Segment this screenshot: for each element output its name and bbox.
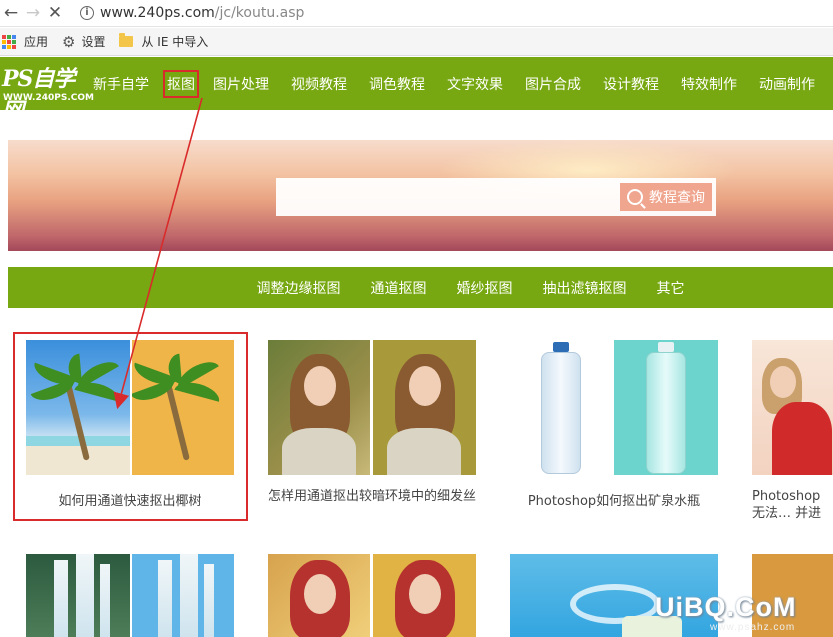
search-icon (627, 189, 643, 205)
thumbnail-hair-cutout[interactable] (373, 340, 476, 475)
watermark-url: www.psahz.com (710, 622, 796, 633)
search-button-label: 教程查询 (649, 190, 705, 206)
thumbnail-waterfall-original[interactable] (26, 554, 130, 637)
nav-item-image-processing[interactable]: 图片处理 (209, 70, 273, 98)
logo-url: WWW.240PS.COM (3, 93, 94, 103)
subnav-item-other[interactable]: 其它 (657, 278, 685, 298)
back-icon[interactable]: ← (0, 2, 22, 24)
folder-icon (119, 33, 134, 47)
url-text[interactable]: www.240ps.com/jc/koutu.asp (100, 5, 304, 21)
subnav-item-extract[interactable]: 抽出滤镜抠图 (543, 278, 627, 298)
hero-banner: 教程查询 (8, 140, 833, 251)
search-button[interactable]: 教程查询 (620, 183, 712, 211)
thumbnail-redhair-original[interactable] (268, 554, 370, 637)
nav-item-design[interactable]: 设计教程 (599, 70, 663, 98)
subnav-item-edge[interactable]: 调整边缘抠图 (257, 278, 341, 298)
nav-item-color[interactable]: 调色教程 (365, 70, 429, 98)
thumbnail-red-dress[interactable] (752, 340, 833, 475)
nav-item-special-effects[interactable]: 特效制作 (677, 70, 741, 98)
subnav-item-wedding[interactable]: 婚纱抠图 (457, 278, 513, 298)
article-title[interactable]: Photoshop如何抠出矿泉水瓶 (510, 493, 718, 510)
thumbnail-hair-original[interactable] (268, 340, 370, 475)
nav-item-video[interactable]: 视频教程 (287, 70, 351, 98)
main-nav: 新手自学 抠图 图片处理 视频教程 调色教程 文字效果 图片合成 设计教程 特效… (89, 69, 833, 98)
nav-item-cutout[interactable]: 抠图 (163, 69, 199, 98)
sub-nav: 调整边缘抠图 通道抠图 婚纱抠图 抽出滤镜抠图 其它 (8, 267, 833, 308)
stop-icon[interactable]: ✕ (44, 2, 66, 24)
url-host: www.240ps.com (100, 5, 215, 21)
article-title[interactable]: Photoshop无法… 并进 (752, 488, 833, 522)
nav-item-animation[interactable]: 动画制作 (755, 70, 819, 98)
site-header: PS自学网 WWW.240PS.COM 新手自学 抠图 图片处理 视频教程 调色… (0, 57, 833, 124)
bookmark-settings[interactable]: ⚙ 设置 (62, 33, 105, 51)
info-icon[interactable]: i (80, 6, 94, 20)
article-title[interactable]: 怎样用通道抠出较暗环境中的细发丝 (268, 488, 476, 505)
bookmarks-bar: 应用 ⚙ 设置 从 IE 中导入 (0, 28, 833, 56)
subnav-item-channel[interactable]: 通道抠图 (371, 278, 427, 298)
thumbnail-waterfall-cutout[interactable] (132, 554, 234, 637)
bookmark-import[interactable]: 从 IE 中导入 (119, 33, 208, 50)
url-path: /jc/koutu.asp (214, 5, 305, 21)
thumbnail-bottle-original[interactable] (510, 340, 614, 475)
annotation-highlight-box (13, 332, 248, 521)
nav-item-beginner[interactable]: 新手自学 (89, 70, 153, 98)
bookmark-label: 设置 (81, 35, 106, 49)
gear-icon: ⚙ (62, 32, 76, 51)
bookmark-label: 从 IE 中导入 (141, 35, 209, 49)
watermark: UiBQ.CoM www.psahz.com (655, 592, 797, 633)
address-bar: ← → ✕ i www.240ps.com/jc/koutu.asp (0, 0, 833, 27)
nav-item-composite[interactable]: 图片合成 (521, 70, 585, 98)
site-logo[interactable]: PS自学网 WWW.240PS.COM (0, 57, 94, 124)
thumbnail-redhair-cutout[interactable] (373, 554, 476, 637)
bookmark-apps[interactable]: 应用 (0, 33, 48, 50)
watermark-text: UiBQ.CoM (655, 592, 797, 622)
nav-item-text-effects[interactable]: 文字效果 (443, 70, 507, 98)
apps-grid-icon (2, 34, 16, 49)
forward-icon[interactable]: → (22, 2, 44, 24)
thumbnail-bottle-cutout[interactable] (614, 340, 718, 475)
search-input[interactable]: 教程查询 (276, 178, 716, 216)
bookmark-label: 应用 (24, 35, 49, 49)
